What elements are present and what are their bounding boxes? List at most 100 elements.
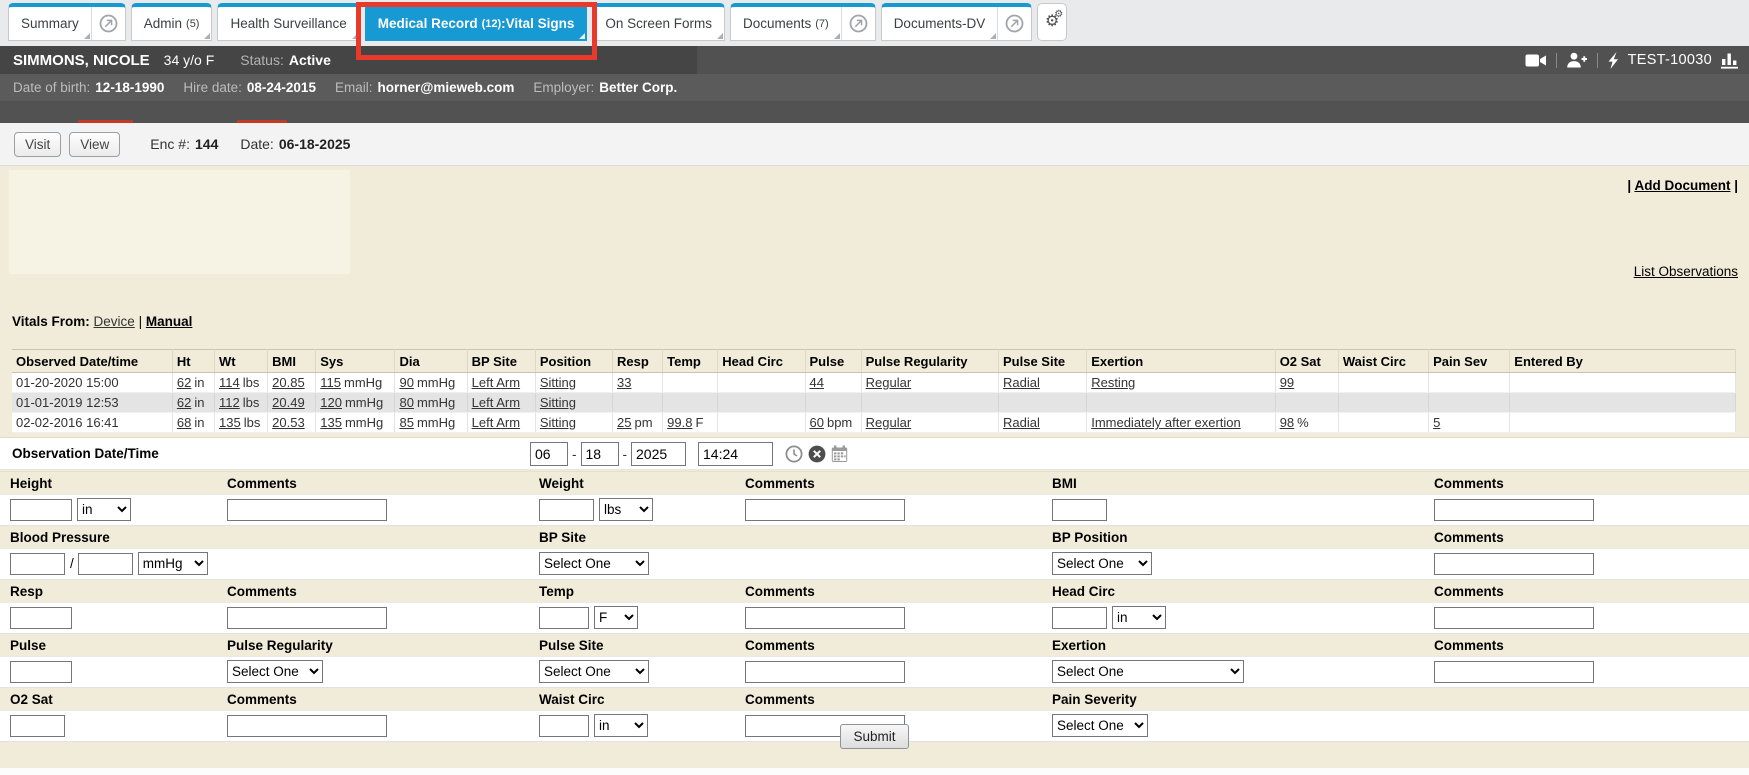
value-link[interactable]: Resting xyxy=(1091,375,1135,390)
bp-position-select[interactable]: Select One xyxy=(1052,552,1152,575)
tab-label[interactable]: Documents-DV xyxy=(882,7,998,40)
blood-pressure-systolic-input[interactable] xyxy=(10,553,65,575)
video-camera-icon[interactable] xyxy=(1525,53,1547,68)
temp-comments-input[interactable] xyxy=(745,607,905,629)
bp-site-select[interactable]: Select One xyxy=(539,552,649,575)
blood-pressure-unit-select[interactable]: mmHg xyxy=(138,552,208,575)
value-link[interactable]: Immediately after exertion xyxy=(1091,415,1241,430)
popout-icon[interactable] xyxy=(997,7,1031,40)
value-link[interactable]: 20.85 xyxy=(272,375,305,390)
value-link[interactable]: Sitting xyxy=(540,375,576,390)
clear-icon[interactable] xyxy=(808,445,826,463)
value-link[interactable]: Left Arm xyxy=(472,375,520,390)
value-link[interactable]: Radial xyxy=(1003,415,1040,430)
value-link[interactable]: Sitting xyxy=(540,395,576,410)
calendar-icon[interactable] xyxy=(831,445,848,463)
tab-label[interactable]: Summary xyxy=(9,7,91,40)
head-circ-input[interactable] xyxy=(1052,607,1107,629)
pulse-regularity-select[interactable]: Select One xyxy=(227,660,323,683)
submit-button[interactable]: Submit xyxy=(840,724,908,749)
value-link[interactable]: Left Arm xyxy=(472,395,520,410)
add-document-link[interactable]: Add Document xyxy=(1634,178,1730,193)
list-observations-link[interactable]: List Observations xyxy=(1634,264,1738,279)
head-circ-comments-input[interactable] xyxy=(1434,607,1594,629)
resp-comments-input[interactable] xyxy=(227,607,387,629)
weight-unit-select[interactable]: lbs xyxy=(599,498,653,521)
obs-month-input[interactable] xyxy=(530,442,568,466)
tab-label[interactable]: Health Surveillance xyxy=(218,7,358,40)
weight-comments-input[interactable] xyxy=(745,499,905,521)
height-comments-input[interactable] xyxy=(227,499,387,521)
exertion-select[interactable]: Select One xyxy=(1052,660,1244,683)
value-link[interactable]: 135 xyxy=(320,415,342,430)
tab-summary[interactable]: Summary xyxy=(8,3,126,41)
value-link[interactable]: 85 xyxy=(399,415,413,430)
tab-health-surveillance[interactable]: Health Surveillance xyxy=(217,3,359,41)
popout-icon[interactable] xyxy=(91,7,125,40)
bp-comments-input[interactable] xyxy=(1434,553,1594,575)
value-link[interactable]: Sitting xyxy=(540,415,576,430)
field-empty xyxy=(735,549,1042,580)
tab-label[interactable]: Admin(5) xyxy=(132,7,212,40)
head-circ-unit-select[interactable]: in xyxy=(1112,606,1166,629)
value-link[interactable]: 60 xyxy=(810,415,824,430)
value-link[interactable]: Radial xyxy=(1003,375,1040,390)
obs-day-input[interactable] xyxy=(581,442,619,466)
tab-admin[interactable]: Admin(5) xyxy=(131,3,213,41)
device-link[interactable]: Device xyxy=(94,314,135,329)
value-link[interactable]: Regular xyxy=(866,375,912,390)
pulse-site-select[interactable]: Select One xyxy=(539,660,649,683)
value-link[interactable]: 20.49 xyxy=(272,395,305,410)
value-link[interactable]: 112 xyxy=(219,395,240,410)
exertion-comments-input[interactable] xyxy=(1434,661,1594,683)
value-link[interactable]: 33 xyxy=(617,375,631,390)
value-link[interactable]: 90 xyxy=(399,375,413,390)
value-link[interactable]: 20.53 xyxy=(272,415,305,430)
value-link[interactable]: Regular xyxy=(866,415,912,430)
value-link[interactable]: 62 xyxy=(177,395,191,410)
value-link[interactable]: 25 xyxy=(617,415,631,430)
pulse-input[interactable] xyxy=(10,661,72,683)
tab-label[interactable]: On Screen Forms xyxy=(593,7,724,40)
resp-input[interactable] xyxy=(10,607,72,629)
value-link[interactable]: 68 xyxy=(177,415,191,430)
temp-input[interactable] xyxy=(539,607,589,629)
bmi-comments-input[interactable] xyxy=(1434,499,1594,521)
height-unit-select[interactable]: in xyxy=(77,498,131,521)
value-link[interactable]: 120 xyxy=(320,395,342,410)
blood-pressure-diastolic-input[interactable] xyxy=(78,553,133,575)
value-link[interactable]: 5 xyxy=(1433,415,1440,430)
value-link[interactable]: 98 xyxy=(1280,415,1294,430)
value-link[interactable]: 114 xyxy=(219,375,240,390)
value-link[interactable]: 99 xyxy=(1280,375,1294,390)
weight-input[interactable] xyxy=(539,499,594,521)
visit-button[interactable]: Visit xyxy=(14,132,61,157)
clock-icon[interactable] xyxy=(785,445,803,463)
popout-icon[interactable] xyxy=(841,7,875,40)
value-link[interactable]: 135 xyxy=(219,415,241,430)
value-link[interactable]: Left Arm xyxy=(472,415,520,430)
tab-label[interactable]: Documents(7) xyxy=(731,7,841,40)
tab-medical-record[interactable]: Medical Record(12):Vital Signs xyxy=(365,3,588,41)
tab-documents[interactable]: Documents(7) xyxy=(730,3,876,41)
value-link[interactable]: 62 xyxy=(177,375,191,390)
add-person-icon[interactable] xyxy=(1566,52,1588,68)
value-link[interactable]: 80 xyxy=(399,395,413,410)
pulse-comments-input[interactable] xyxy=(745,661,905,683)
tab-label[interactable]: Medical Record(12):Vital Signs xyxy=(366,7,587,40)
height-input[interactable] xyxy=(10,499,72,521)
lightning-icon[interactable] xyxy=(1607,52,1619,69)
value-link[interactable]: 115 xyxy=(320,375,341,390)
settings-gear-icon[interactable]: ⚙⚙ xyxy=(1037,3,1067,41)
bmi-input[interactable] xyxy=(1052,499,1107,521)
obs-year-input[interactable] xyxy=(631,442,686,466)
chart-icon[interactable] xyxy=(1721,52,1739,69)
value-link[interactable]: 44 xyxy=(810,375,824,390)
manual-link[interactable]: Manual xyxy=(146,314,193,329)
view-button[interactable]: View xyxy=(69,132,120,157)
tab-documents-dv[interactable]: Documents-DV xyxy=(881,3,1033,41)
obs-time-input[interactable] xyxy=(698,442,773,466)
temp-unit-select[interactable]: F xyxy=(594,606,638,629)
tab-on-screen-forms[interactable]: On Screen Forms xyxy=(592,3,725,41)
value-link[interactable]: 99.8 xyxy=(667,415,692,430)
